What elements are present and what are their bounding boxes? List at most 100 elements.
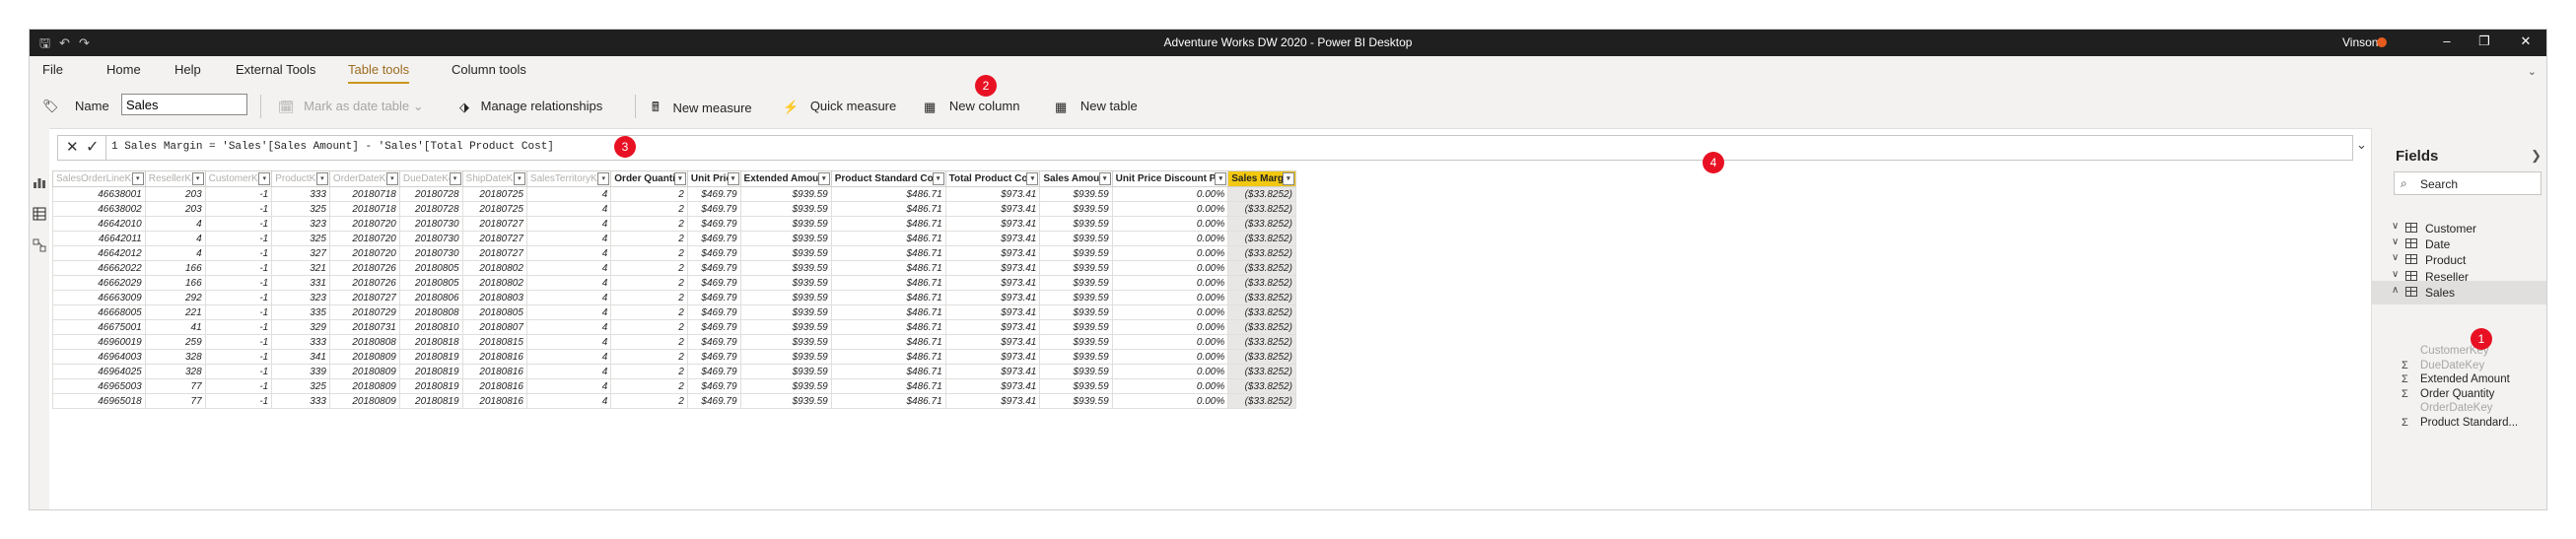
- tab-column-tools[interactable]: Column tools: [452, 62, 526, 82]
- table-cell[interactable]: 20180816: [461, 349, 527, 365]
- table-cell[interactable]: 20180807: [461, 319, 527, 335]
- table-cell[interactable]: 46642012: [52, 245, 146, 261]
- table-cell[interactable]: -1: [204, 290, 273, 305]
- table-cell[interactable]: 46663009: [52, 290, 146, 305]
- table-cell[interactable]: ($33.8252): [1227, 364, 1296, 379]
- table-cell[interactable]: $973.41: [944, 231, 1041, 246]
- table-cell[interactable]: 20180808: [328, 334, 400, 350]
- table-cell[interactable]: 331: [271, 275, 330, 291]
- table-cell[interactable]: 20180720: [328, 216, 400, 232]
- table-cell[interactable]: 2: [610, 186, 688, 202]
- table-cell[interactable]: 323: [271, 290, 330, 305]
- table-cell[interactable]: ($33.8252): [1227, 231, 1296, 246]
- table-cell[interactable]: ($33.8252): [1227, 378, 1296, 394]
- column-filter-icon[interactable]: ▾: [449, 172, 461, 185]
- table-cell[interactable]: 4: [525, 260, 612, 276]
- table-cell[interactable]: 259: [144, 334, 206, 350]
- column-header[interactable]: Sales Amount ▾: [1039, 170, 1113, 187]
- table-cell[interactable]: $939.59: [1039, 186, 1113, 202]
- table-cell[interactable]: $939.59: [1039, 275, 1113, 291]
- table-cell[interactable]: 0.00%: [1111, 393, 1229, 409]
- table-cell[interactable]: $486.71: [830, 216, 946, 232]
- table-cell[interactable]: ($33.8252): [1227, 290, 1296, 305]
- tab-help[interactable]: Help: [174, 62, 201, 82]
- table-cell[interactable]: 292: [144, 290, 206, 305]
- table-cell[interactable]: 20180809: [328, 364, 400, 379]
- chevron-up-icon[interactable]: ∧: [2392, 285, 2399, 296]
- collapse-pane-icon[interactable]: ❯: [2531, 148, 2541, 164]
- table-cell[interactable]: $973.41: [944, 364, 1041, 379]
- column-filter-icon[interactable]: ▾: [932, 172, 944, 185]
- table-cell[interactable]: 20180718: [328, 201, 400, 217]
- table-cell[interactable]: 20180720: [328, 245, 400, 261]
- table-cell[interactable]: $469.79: [686, 201, 741, 217]
- table-cell[interactable]: $973.41: [944, 393, 1041, 409]
- table-cell[interactable]: $939.59: [1039, 349, 1113, 365]
- table-cell[interactable]: 325: [271, 201, 330, 217]
- chevron-down-icon[interactable]: ∨: [2392, 221, 2399, 232]
- table-cell[interactable]: 166: [144, 275, 206, 291]
- table-cell[interactable]: $486.71: [830, 275, 946, 291]
- tab-table-tools[interactable]: Table tools: [348, 62, 410, 84]
- table-cell[interactable]: 20180725: [461, 201, 527, 217]
- table-cell[interactable]: 0.00%: [1111, 349, 1229, 365]
- table-cell[interactable]: 2: [610, 216, 688, 232]
- table-cell[interactable]: 20180819: [398, 393, 463, 409]
- table-cell[interactable]: ($33.8252): [1227, 216, 1296, 232]
- table-cell[interactable]: ($33.8252): [1227, 201, 1296, 217]
- table-cell[interactable]: -1: [204, 319, 273, 335]
- column-header[interactable]: CustomerKey ▾: [204, 170, 273, 187]
- table-cell[interactable]: $973.41: [944, 378, 1041, 394]
- table-cell[interactable]: 20180805: [398, 260, 463, 276]
- table-cell[interactable]: 20180727: [461, 216, 527, 232]
- model-view-icon[interactable]: [33, 238, 46, 252]
- table-cell[interactable]: $973.41: [944, 290, 1041, 305]
- table-cell[interactable]: $939.59: [1039, 378, 1113, 394]
- collapse-ribbon-icon[interactable]: ⌄: [2528, 65, 2537, 78]
- table-cell[interactable]: 329: [271, 319, 330, 335]
- table-cell[interactable]: -1: [204, 201, 273, 217]
- table-cell[interactable]: 2: [610, 245, 688, 261]
- table-cell[interactable]: 20180726: [328, 260, 400, 276]
- column-filter-icon[interactable]: ▾: [597, 172, 610, 185]
- table-cell[interactable]: 221: [144, 304, 206, 320]
- column-filter-icon[interactable]: ▾: [191, 172, 204, 185]
- table-cell[interactable]: 20180802: [461, 275, 527, 291]
- chevron-down-icon[interactable]: ∨: [2392, 252, 2399, 263]
- table-cell[interactable]: $973.41: [944, 201, 1041, 217]
- data-view-icon[interactable]: [33, 207, 46, 221]
- table-cell[interactable]: 20180806: [398, 290, 463, 305]
- table-cell[interactable]: 46965018: [52, 393, 146, 409]
- table-cell[interactable]: 4: [525, 319, 612, 335]
- table-cell[interactable]: ($33.8252): [1227, 245, 1296, 261]
- table-cell[interactable]: 20180727: [461, 231, 527, 246]
- table-cell[interactable]: 0.00%: [1111, 245, 1229, 261]
- table-cell[interactable]: 46642011: [52, 231, 146, 246]
- table-cell[interactable]: 46675001: [52, 319, 146, 335]
- table-cell[interactable]: $469.79: [686, 319, 741, 335]
- table-cell[interactable]: 325: [271, 231, 330, 246]
- column-header[interactable]: Unit Price ▾: [686, 170, 741, 187]
- table-cell[interactable]: 20180818: [398, 334, 463, 350]
- table-cell[interactable]: $486.71: [830, 393, 946, 409]
- table-cell[interactable]: $469.79: [686, 260, 741, 276]
- table-cell[interactable]: -1: [204, 304, 273, 320]
- table-cell[interactable]: 4: [525, 393, 612, 409]
- table-cell[interactable]: 0.00%: [1111, 334, 1229, 350]
- column-header[interactable]: Total Product Cost ▾: [944, 170, 1041, 187]
- user-name[interactable]: Vinson: [2342, 35, 2378, 49]
- table-cell[interactable]: $939.59: [739, 216, 832, 232]
- table-cell[interactable]: -1: [204, 378, 273, 394]
- column-filter-icon[interactable]: ▾: [513, 172, 525, 185]
- table-cell[interactable]: 46964003: [52, 349, 146, 365]
- table-cell[interactable]: 46668005: [52, 304, 146, 320]
- table-cell[interactable]: $939.59: [1039, 304, 1113, 320]
- table-cell[interactable]: 46638002: [52, 201, 146, 217]
- table-cell[interactable]: 20180720: [328, 231, 400, 246]
- column-header[interactable]: Product Standard Cost ▾: [830, 170, 946, 187]
- table-cell[interactable]: $973.41: [944, 216, 1041, 232]
- table-cell[interactable]: -1: [204, 186, 273, 202]
- table-cell[interactable]: $939.59: [739, 304, 832, 320]
- table-cell[interactable]: 2: [610, 334, 688, 350]
- table-cell[interactable]: 20180816: [461, 364, 527, 379]
